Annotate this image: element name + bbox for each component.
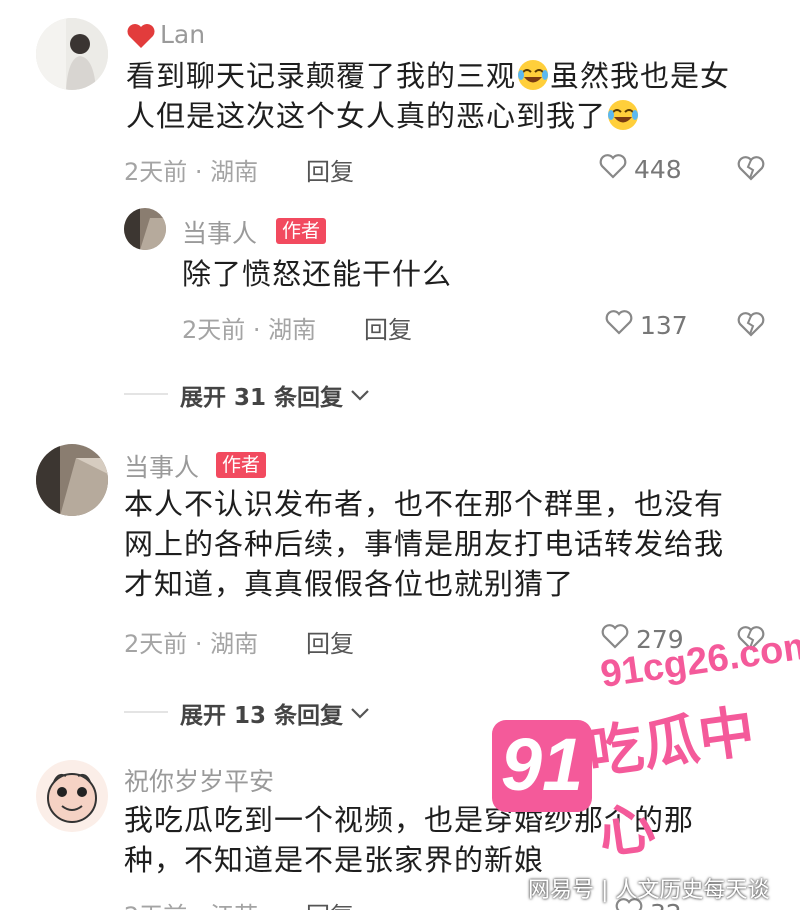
reply-button[interactable]: 回复 [306, 624, 354, 659]
like-count: 137 [640, 310, 688, 340]
comment-content: 除了愤怒还能干什么 [182, 257, 453, 291]
avatar[interactable] [36, 444, 108, 516]
comment-line: 才知道，真真假假各位也就别猜了 [124, 567, 575, 601]
comment-line: 本人不认识发布者，也不在那个群里，也没有 [124, 487, 725, 521]
chevron-down-icon [349, 700, 371, 726]
username[interactable]: Lan [160, 20, 205, 49]
divider [124, 711, 168, 713]
watermark-badge: 91 [488, 716, 596, 816]
laugh-cry-emoji [516, 58, 550, 92]
footer-watermark: 网易号 | 人文历史每天谈 [528, 878, 770, 903]
watermark-name: 吃瓜中心 [583, 699, 759, 868]
author-badge: 作者 [216, 452, 267, 478]
chevron-down-icon [349, 382, 371, 408]
heart-outline-icon [598, 152, 628, 186]
expand-replies-label: 展开 31 条回复 [180, 385, 344, 411]
time-location: 2天前 · 湖南 [124, 158, 259, 186]
heart-outline-icon [604, 308, 634, 342]
time-location: 2天前 · 江苏 [124, 896, 258, 910]
broken-heart-icon[interactable] [736, 154, 766, 186]
like-count: 448 [634, 154, 682, 184]
comment-content: 本人不认识发布者，也不在那个群里，也没有 网上的各种后续，事情是朋友打电话转发给… [124, 484, 724, 604]
avatar[interactable] [124, 208, 166, 250]
laugh-cry-emoji [606, 98, 640, 132]
like-button[interactable]: 137 [604, 308, 688, 342]
time-location: 2天前 · 湖南 [124, 630, 259, 658]
like-button[interactable]: 448 [598, 152, 682, 186]
reply-button[interactable]: 回复 [364, 310, 412, 345]
time-location: 2天前 · 湖南 [182, 316, 317, 344]
comment-content: 看到聊天记录颠覆了我的三观 虽然我也是女 人但是这次这个女人真的恶心到我了 [126, 58, 731, 133]
expand-replies-button[interactable]: 展开 31 条回复 [180, 378, 371, 412]
username[interactable]: 祝你岁岁平安 [124, 762, 274, 798]
reply-button[interactable]: 回复 [306, 896, 354, 910]
avatar[interactable] [36, 760, 108, 832]
reply-button[interactable]: 回复 [306, 152, 354, 187]
avatar[interactable] [36, 18, 108, 90]
heart-badge-icon [126, 22, 156, 54]
watermark-number: 91 [500, 723, 584, 806]
author-badge: 作者 [276, 218, 327, 244]
divider [124, 393, 168, 395]
comment-line: 网上的各种后续，事情是朋友打电话转发给我 [124, 527, 725, 561]
expand-replies-button[interactable]: 展开 13 条回复 [180, 696, 371, 730]
broken-heart-icon[interactable] [736, 310, 766, 342]
expand-replies-label: 展开 13 条回复 [180, 703, 344, 729]
username[interactable]: 当事人 [124, 448, 199, 484]
username[interactable]: 当事人 [182, 214, 257, 250]
